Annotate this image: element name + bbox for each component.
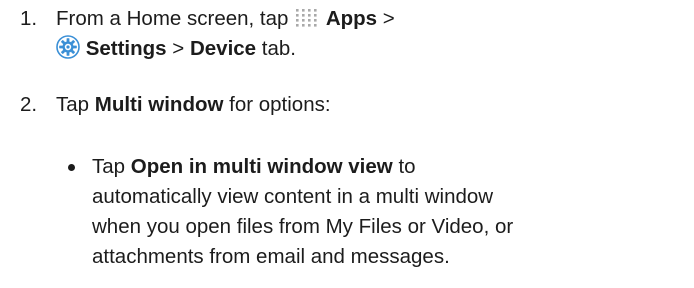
apps-grid-dot <box>296 9 299 12</box>
step-1-text: From a Home screen, tap Apps > Settings … <box>56 4 395 64</box>
apps-grid-dot <box>302 19 305 22</box>
step-1-line-1: From a Home screen, tap Apps > <box>56 4 395 34</box>
step-2-text: Tap Multi window for options: <box>56 90 331 120</box>
apps-grid-dot <box>314 9 317 12</box>
step-2-line: Tap Multi window for options: <box>56 90 331 120</box>
apps-grid-dot <box>314 19 317 22</box>
apps-grid-dot <box>302 9 305 12</box>
instruction-document: 1. From a Home screen, tap Apps > Settin… <box>0 0 694 288</box>
bullet-line-4: attachments from email and messages. <box>92 245 450 268</box>
apps-grid-dot <box>308 9 311 12</box>
bullet-line-3: when you open files from My Files or Vid… <box>92 215 514 238</box>
step-1-separator-2: > <box>172 37 185 60</box>
step-1-pre-text: From a Home screen, tap <box>56 7 289 30</box>
step-1-number: 1. <box>20 7 38 30</box>
step-1-line-2: Settings > Device tab. <box>56 34 395 64</box>
bullet-text: Tap Open in multi window view to automat… <box>92 152 513 272</box>
settings-gear-icon <box>56 35 80 68</box>
apps-grid-dot <box>296 24 299 27</box>
bullet-icon <box>68 164 75 171</box>
apps-grid-dot <box>302 14 305 17</box>
bullet-line-1: Tap Open in multi window view to <box>92 152 513 182</box>
bullet-line-2: automatically view content in a multi wi… <box>92 185 494 208</box>
apps-grid-dot <box>296 19 299 22</box>
apps-grid-dot <box>302 24 305 27</box>
step-2-number: 2. <box>20 93 38 116</box>
apps-grid-icon <box>294 7 320 38</box>
apps-grid-dot <box>308 14 311 17</box>
bullet-pre-text: Tap <box>92 155 126 178</box>
apps-grid-dot <box>314 24 317 27</box>
settings-label: Settings <box>85 37 167 60</box>
step-2-pre-text: Tap <box>56 93 90 116</box>
apps-grid-dot <box>308 19 311 22</box>
apps-grid-dot <box>314 14 317 17</box>
step-1-separator-1: > <box>382 7 395 30</box>
open-in-multi-window-view-label: Open in multi window view <box>130 155 393 178</box>
apps-grid-dot <box>308 24 311 27</box>
multi-window-label: Multi window <box>94 93 224 116</box>
step-2-post-text: for options: <box>229 93 331 116</box>
apps-grid-dot <box>296 14 299 17</box>
apps-label: Apps <box>325 7 378 30</box>
bullet-post-text: to <box>398 155 416 178</box>
step-1-post-text: tab. <box>261 37 296 60</box>
device-label: Device <box>189 37 257 60</box>
